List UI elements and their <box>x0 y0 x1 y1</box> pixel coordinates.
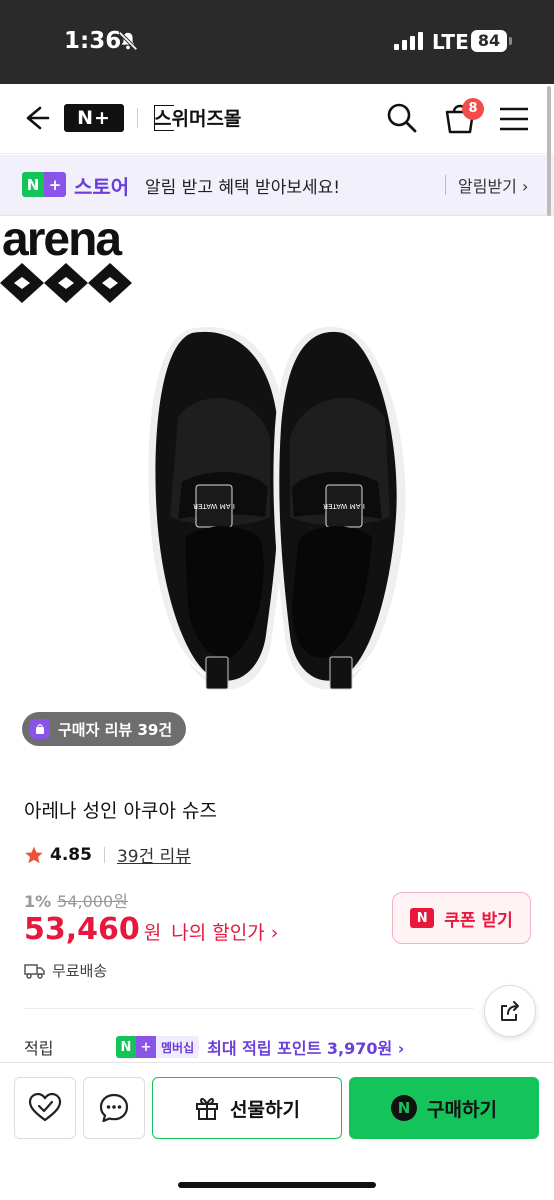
share-icon <box>501 1001 519 1021</box>
coupon-icon: N <box>410 908 435 928</box>
hamburger-menu-icon[interactable] <box>498 104 530 134</box>
gift-icon <box>196 1097 219 1120</box>
cart-count-badge: 8 <box>462 98 484 120</box>
membership-badge: N + 멤버십 <box>116 1036 200 1058</box>
discount-rate: 1% <box>24 892 52 911</box>
back-arrow-icon[interactable] <box>18 101 52 135</box>
membership-plus-mark: + <box>136 1036 156 1058</box>
signal-icon <box>394 32 423 50</box>
share-button[interactable] <box>484 985 536 1037</box>
points-label: 적립 <box>24 1039 54 1058</box>
rating-row: 4.85 39건 리뷰 <box>24 842 191 867</box>
section-divider <box>24 1008 474 1009</box>
banner-store-label: 스토어 <box>74 175 130 199</box>
status-bar: 1:36 LTE 84 <box>0 0 554 84</box>
home-indicator <box>178 1182 376 1188</box>
product-title: 아레나 성인 아쿠아 슈즈 <box>24 800 217 822</box>
heart-check-icon <box>28 1093 62 1122</box>
battery-level: 84 <box>471 30 507 52</box>
store-notification-banner: N + 스토어 알림 받고 혜택 받아보세요! 알림받기 › <box>0 155 554 216</box>
star-icon <box>25 846 43 863</box>
truck-icon <box>24 963 45 979</box>
chat-bubble-icon <box>99 1093 129 1123</box>
naver-pay-n-icon: N <box>391 1095 418 1121</box>
left-shoe: I AM WATER <box>148 326 287 690</box>
left-shoe-label: I AM WATER <box>193 502 235 510</box>
membership-label: 멤버십 <box>156 1036 200 1058</box>
shipping-row: 무료배송 <box>24 960 107 981</box>
max-points-link[interactable]: 최대 적립 포인트 3,970원 › <box>207 1035 404 1059</box>
coupon-label: 쿠폰 받기 <box>444 910 513 931</box>
banner-divider <box>445 175 446 195</box>
buyer-review-chip[interactable]: 구매자 리뷰 39건 <box>22 712 187 746</box>
price-unit: 원 <box>143 922 162 944</box>
search-icon[interactable] <box>384 100 420 136</box>
naver-n-mark: N <box>22 172 44 197</box>
product-photo: arena I AM WATER I AM WATER <box>0 213 406 690</box>
product-image[interactable]: arena I AM WATER I AM WATER <box>0 213 554 757</box>
original-price: 54,000원 <box>57 892 128 911</box>
coupon-button[interactable]: N 쿠폰 받기 <box>392 892 531 944</box>
network-label: LTE <box>432 30 469 54</box>
price-row: 53,460 원 나의 할인가 › <box>24 912 278 947</box>
points-row: 적립 N + 멤버십 최대 적립 포인트 3,970원 › <box>24 1034 534 1060</box>
inquiry-button[interactable] <box>83 1077 145 1139</box>
shipping-label: 무료배송 <box>52 962 108 980</box>
status-time: 1:36 <box>64 28 122 54</box>
naver-plus-logo[interactable]: N+ <box>64 104 124 132</box>
brand-logo-text: arena <box>2 217 122 266</box>
sale-price: 53,460 <box>24 912 140 947</box>
right-shoe-label: I AM WATER <box>323 502 365 510</box>
naver-plus-badge: N + <box>22 172 66 197</box>
discount-row: 1% 54,000원 <box>24 888 128 912</box>
rating-divider <box>103 846 105 863</box>
scroll-indicator <box>547 86 551 216</box>
banner-message: 알림 받고 혜택 받아보세요! <box>145 178 341 198</box>
bell-slash-icon <box>118 31 138 51</box>
review-chip-label: 구매자 리뷰 39건 <box>58 720 173 739</box>
wishlist-button[interactable] <box>14 1077 76 1139</box>
review-bag-icon <box>30 719 50 739</box>
notification-subscribe-button[interactable]: 알림받기 › <box>458 173 528 197</box>
right-shoe: I AM WATER <box>273 326 406 690</box>
review-count-link[interactable]: 39건 리뷰 <box>117 842 191 867</box>
my-discount-link[interactable]: 나의 할인가 › <box>171 918 278 945</box>
buy-button[interactable]: N 구매하기 <box>349 1077 539 1139</box>
membership-n-mark: N <box>116 1036 136 1058</box>
buy-label: 구매하기 <box>427 1098 497 1121</box>
bottom-action-bar: 선물하기 N 구매하기 <box>0 1062 554 1200</box>
battery-tip <box>509 37 512 45</box>
plus-mark: + <box>44 172 66 197</box>
gift-button[interactable]: 선물하기 <box>152 1077 342 1139</box>
store-name[interactable]: 스위머즈몰 <box>154 104 241 131</box>
gift-label: 선물하기 <box>230 1098 300 1121</box>
arena-logo-diamonds <box>0 263 132 303</box>
rating-value: 4.85 <box>50 844 92 865</box>
nav-divider <box>137 108 138 128</box>
top-nav: N+ 스위머즈몰 8 <box>0 84 554 154</box>
